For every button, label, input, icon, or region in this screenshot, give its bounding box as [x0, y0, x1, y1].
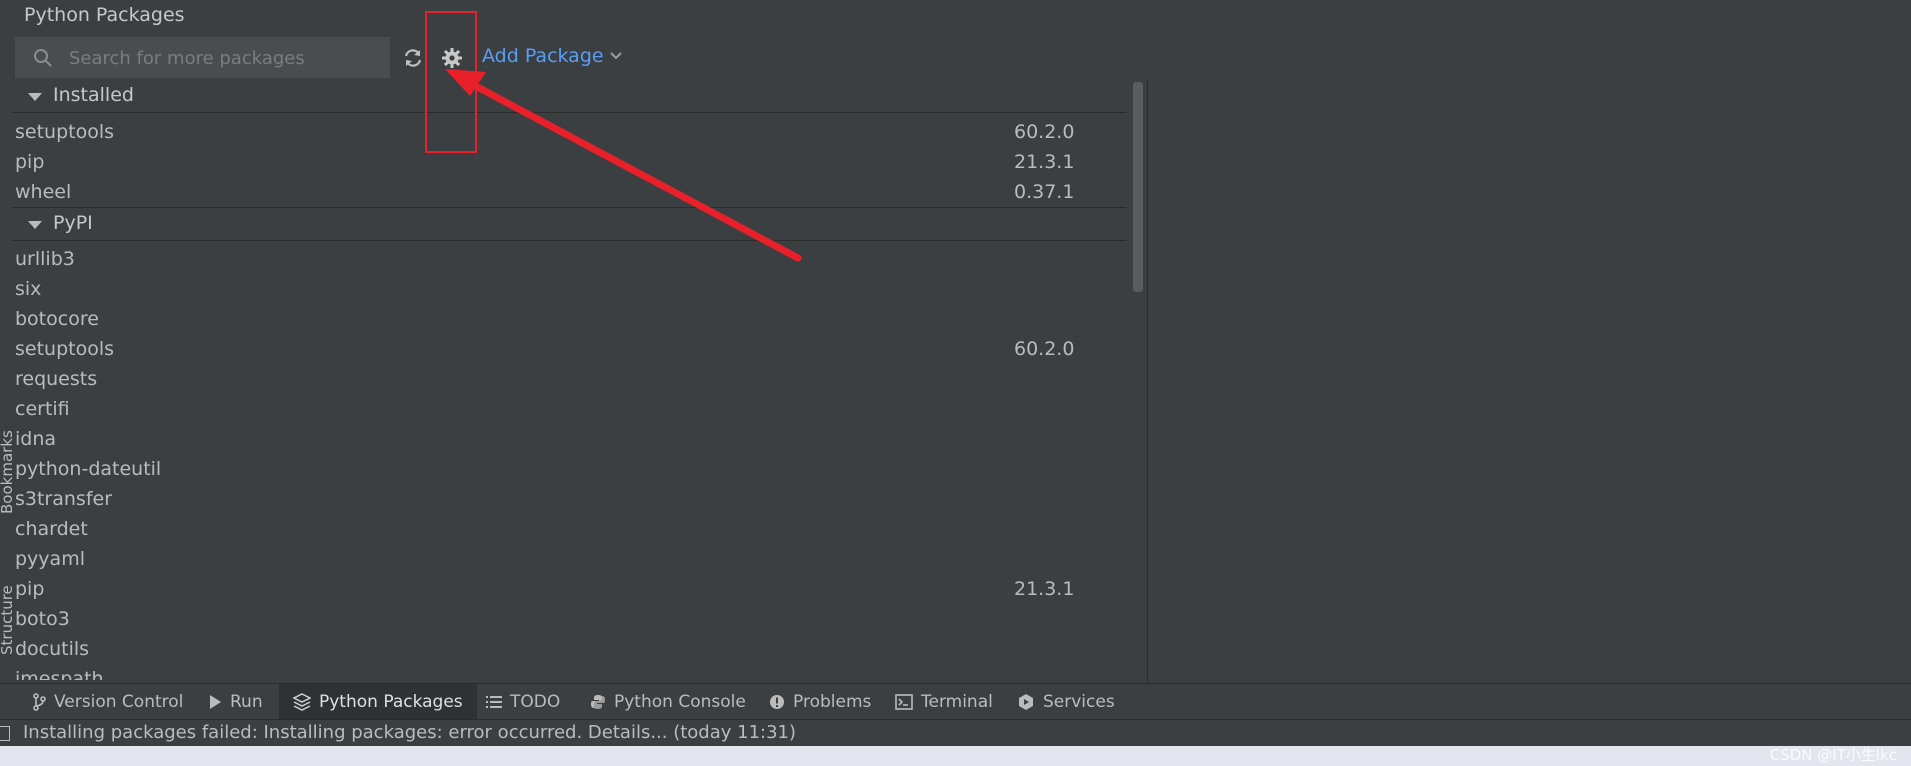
package-name: python-dateutil: [15, 458, 162, 480]
package-row[interactable]: pip 21.3.1: [12, 575, 1126, 605]
package-name: wheel: [15, 181, 72, 203]
tab-services[interactable]: Services: [1017, 684, 1115, 720]
package-name: jmespath: [15, 668, 104, 680]
tab-python-console[interactable]: Python Console: [590, 684, 746, 720]
package-name: pip: [15, 578, 45, 600]
expand-triangle-icon: [28, 93, 42, 101]
python-icon: [591, 695, 605, 709]
panel-title: Python Packages: [24, 4, 185, 26]
package-name: idna: [15, 428, 57, 450]
chevron-down-icon: [609, 52, 622, 60]
settings-button[interactable]: [438, 44, 466, 72]
tool-window-bar: Version Control Run Python Packages TODO: [0, 683, 1911, 720]
tab-label: Version Control: [54, 692, 184, 712]
package-row[interactable]: jmespath: [12, 665, 1126, 680]
package-version: 60.2.0: [1014, 338, 1075, 360]
group-label: Installed: [53, 84, 134, 106]
tab-label: Run: [230, 692, 263, 712]
package-details-pane: [1148, 80, 1911, 683]
search-input[interactable]: [67, 37, 381, 80]
branch-icon: [33, 693, 46, 711]
package-name: chardet: [15, 518, 88, 540]
package-row[interactable]: certifi: [12, 395, 1126, 425]
gear-icon: [442, 48, 462, 68]
package-list: Installed setuptools 60.2.0 pip 21.3.1 w…: [12, 80, 1126, 680]
tab-todo[interactable]: TODO: [486, 684, 560, 720]
tab-label: Problems: [793, 692, 872, 712]
package-row[interactable]: setuptools 60.2.0: [12, 118, 1126, 148]
tab-run[interactable]: Run: [208, 684, 263, 720]
search-box[interactable]: [15, 37, 390, 80]
services-icon: [1019, 694, 1033, 710]
package-row[interactable]: setuptools 60.2.0: [12, 335, 1126, 365]
package-version: 0.37.1: [1014, 181, 1075, 203]
terminal-icon: [895, 694, 913, 710]
package-name: urllib3: [15, 248, 75, 270]
group-header-pypi[interactable]: PyPI: [12, 207, 1126, 241]
tab-version-control[interactable]: Version Control: [32, 684, 183, 720]
package-row[interactable]: botocore: [12, 305, 1126, 335]
package-version: 21.3.1: [1014, 578, 1075, 600]
tab-label: TODO: [510, 692, 561, 712]
package-name: pyyaml: [15, 548, 85, 570]
package-name: boto3: [15, 608, 70, 630]
warning-icon: [770, 695, 784, 709]
status-bar: Installing packages failed: Installing p…: [0, 719, 1911, 747]
package-row[interactable]: six: [12, 275, 1126, 305]
package-name: setuptools: [15, 338, 115, 360]
tab-problems[interactable]: Problems: [769, 684, 871, 720]
refresh-icon: [404, 49, 422, 67]
package-row[interactable]: s3transfer: [12, 485, 1126, 515]
group-label: PyPI: [53, 212, 93, 234]
add-package-dropdown[interactable]: Add Package: [482, 45, 622, 67]
package-name: pip: [15, 151, 45, 173]
package-name: requests: [15, 368, 98, 390]
ide-window: Bookmarks Structure Python Packages Sear…: [0, 0, 1911, 766]
package-name: botocore: [15, 308, 99, 330]
package-name: s3transfer: [15, 488, 113, 510]
scrollbar-thumb[interactable]: [1133, 82, 1143, 292]
status-message[interactable]: Installing packages failed: Installing p…: [23, 722, 796, 743]
package-row[interactable]: urllib3: [12, 245, 1126, 275]
tab-label: Python Console: [614, 692, 746, 712]
expand-triangle-icon: [28, 221, 42, 229]
package-row[interactable]: pyyaml: [12, 545, 1126, 575]
package-name: docutils: [15, 638, 90, 660]
status-panel-icon[interactable]: [0, 726, 10, 741]
group-header-installed[interactable]: Installed: [12, 80, 1126, 113]
tab-label: Services: [1043, 692, 1115, 712]
package-row[interactable]: chardet: [12, 515, 1126, 545]
package-row[interactable]: boto3: [12, 605, 1126, 635]
package-version: 60.2.0: [1014, 121, 1075, 143]
package-row[interactable]: python-dateutil: [12, 455, 1126, 485]
package-row[interactable]: wheel 0.37.1: [12, 178, 1126, 208]
layers-icon: [293, 693, 311, 711]
list-icon: [486, 696, 502, 708]
package-name: certifi: [15, 398, 70, 420]
play-icon: [210, 695, 221, 709]
package-row[interactable]: pip 21.3.1: [12, 148, 1126, 178]
package-version: 21.3.1: [1014, 151, 1075, 173]
package-name: setuptools: [15, 121, 115, 143]
refresh-button[interactable]: [399, 44, 427, 72]
search-icon: [34, 49, 52, 67]
tab-terminal[interactable]: Terminal: [895, 684, 993, 720]
watermark: CSDN @IT小生lkc: [1769, 746, 1897, 764]
package-row[interactable]: docutils: [12, 635, 1126, 665]
tab-label: Python Packages: [319, 692, 463, 712]
left-tool-strip: Bookmarks Structure: [0, 0, 16, 745]
package-row[interactable]: idna: [12, 425, 1126, 455]
package-row[interactable]: requests: [12, 365, 1126, 395]
package-name: six: [15, 278, 42, 300]
tab-python-packages[interactable]: Python Packages: [279, 684, 477, 720]
os-taskbar: CSDN @IT小生lkc: [0, 746, 1911, 766]
tab-label: Terminal: [921, 692, 993, 712]
add-package-label: Add Package: [482, 45, 604, 67]
